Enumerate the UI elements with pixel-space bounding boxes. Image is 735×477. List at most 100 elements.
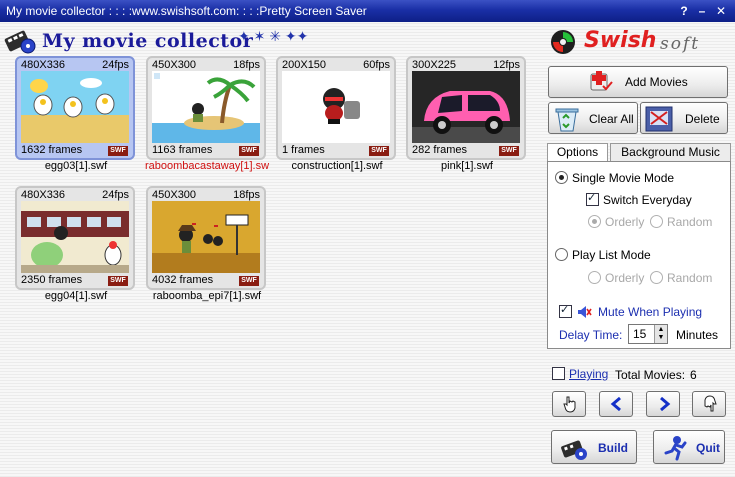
app-title: My movie collector [42, 30, 254, 52]
switch-everyday-checkbox[interactable] [586, 191, 599, 206]
orderly-label: Orderly [605, 215, 645, 229]
movie-filename: construction[1].swf [291, 160, 383, 172]
title-bar: My movie collector : : : :www.swishsoft.… [0, 0, 735, 22]
movie-dimensions: 450X300 [152, 189, 197, 201]
clear-all-button[interactable]: Clear All [548, 102, 638, 134]
tab-background-music[interactable]: Background Music [610, 143, 731, 161]
settings-tabs: Options Background Music [547, 143, 732, 162]
delay-time-value[interactable]: 15 [633, 327, 646, 341]
thumbnail-frame: 200X150 60fps 1 frames SWF [276, 56, 396, 160]
minimize-button[interactable]: – [694, 3, 710, 19]
random-option[interactable]: Random [650, 215, 712, 229]
movie-thumbnail[interactable]: 450X300 18fps 4032 frames SWF raboomba_e… [146, 186, 266, 302]
stepper-up-icon[interactable]: ▲ [656, 326, 666, 334]
swf-badge: SWF [499, 146, 519, 156]
movie-frame-count: 4032 frames [152, 274, 214, 286]
recycle-bin-icon [553, 106, 581, 135]
playlist-orderly-option[interactable]: Orderly [588, 271, 644, 285]
last-button[interactable] [692, 391, 726, 417]
play-list-mode-label: Play List Mode [572, 248, 651, 262]
brand-logo: Swish soft [548, 26, 730, 58]
stepper-down-icon[interactable]: ▼ [656, 334, 666, 342]
movie-preview-image [21, 71, 129, 143]
film-reel-icon [4, 24, 38, 59]
movie-preview-image [152, 71, 260, 143]
thumbnail-frame: 480X336 24fps 2350 frames SWF [15, 186, 135, 290]
playing-checkbox[interactable] [552, 367, 565, 380]
mute-checkbox[interactable] [559, 303, 572, 318]
movie-dimensions: 480X336 [21, 189, 66, 201]
play-list-mode-option[interactable]: Play List Mode [555, 248, 651, 262]
chevron-left-icon [610, 396, 624, 414]
build-button[interactable]: Build [551, 430, 637, 464]
tab-options[interactable]: Options [547, 143, 608, 162]
movie-frame-count: 1 frames [282, 144, 325, 156]
movie-filename: egg03[1].swf [44, 160, 108, 172]
movie-thumbnail[interactable]: 480X336 24fps 2350 frames SWF egg04[1].s… [15, 186, 135, 302]
movie-fps: 24fps [102, 189, 129, 201]
movie-filename: raboombacastaway[1].sw [144, 160, 270, 172]
random-radio[interactable] [650, 215, 663, 228]
movie-thumbnail[interactable]: 480X336 24fps 1632 frames SWF egg03[1].s… [15, 56, 135, 172]
playing-option[interactable]: Playing [552, 367, 608, 381]
swf-badge: SWF [239, 276, 259, 286]
main-window: My movie collector : : : :www.swishsoft.… [0, 0, 735, 477]
first-button[interactable] [552, 391, 586, 417]
app-header: My movie collector ✦ ✶ ✳ ✦✦ Swish soft [0, 22, 735, 60]
movie-frame-count: 1632 frames [21, 144, 83, 156]
orderly-option[interactable]: Orderly [588, 215, 644, 229]
orderly-radio[interactable] [588, 215, 601, 228]
thumbnail-frame: 450X300 18fps 1163 frames SWF [146, 56, 266, 160]
movie-thumbnail[interactable]: 200X150 60fps 1 frames SWF construction[… [276, 56, 396, 172]
movie-dimensions: 300X225 [412, 59, 457, 71]
options-panel: Single Movie Mode Switch Everyday Orderl… [547, 161, 731, 349]
close-button[interactable]: ✕ [713, 3, 729, 19]
movie-dimensions: 200X150 [282, 59, 327, 71]
hand-pointer-icon [561, 395, 579, 416]
brand-word-swish: Swish [584, 28, 657, 53]
chevron-right-icon [657, 396, 671, 414]
add-movies-label: Add Movies [625, 75, 688, 89]
movie-dimensions: 450X300 [152, 59, 197, 71]
movie-thumbnail[interactable]: 300X225 12fps 282 frames SWF pink[1].swf [406, 56, 526, 172]
quit-label: Quit [696, 441, 720, 455]
swf-badge: SWF [108, 146, 128, 156]
mute-option[interactable]: Mute When Playing [559, 303, 703, 323]
movie-filename: raboomba_epi7[1].swf [152, 290, 262, 302]
hand-pointer-icon [701, 395, 719, 416]
next-button[interactable] [646, 391, 680, 417]
playlist-random-option[interactable]: Random [650, 271, 712, 285]
movie-frame-count: 1163 frames [152, 144, 213, 156]
movie-fps: 60fps [363, 59, 390, 71]
mute-label: Mute When Playing [598, 305, 703, 319]
playlist-random-radio[interactable] [650, 271, 663, 284]
help-button[interactable]: ? [676, 3, 692, 19]
delete-button[interactable]: Delete [640, 102, 728, 134]
clear-all-label: Clear All [589, 112, 634, 126]
single-movie-mode-option[interactable]: Single Movie Mode [555, 171, 674, 185]
thumbnail-frame: 450X300 18fps 4032 frames SWF [146, 186, 266, 290]
delete-label: Delete [685, 112, 720, 126]
delay-time-label: Delay Time: [559, 328, 623, 342]
play-list-mode-radio[interactable] [555, 248, 568, 261]
random-label: Random [667, 215, 713, 229]
switch-everyday-option[interactable]: Switch Everyday [586, 191, 692, 207]
movie-thumbnail[interactable]: 450X300 18fps 1163 frames SWF raboombaca… [145, 56, 269, 172]
movie-fps: 12fps [493, 59, 520, 71]
movie-fps: 18fps [233, 189, 260, 201]
swf-badge: SWF [239, 146, 259, 156]
single-movie-mode-radio[interactable] [555, 171, 568, 184]
delay-time-stepper[interactable]: 15 ▲ ▼ [628, 324, 668, 344]
brand-word-soft: soft [660, 34, 701, 54]
playlist-orderly-label: Orderly [605, 271, 645, 285]
quit-button[interactable]: Quit [653, 430, 725, 464]
playlist-orderly-radio[interactable] [588, 271, 601, 284]
stepper-arrows: ▲ ▼ [654, 325, 667, 343]
add-film-icon [589, 70, 613, 97]
movie-filename: egg04[1].swf [44, 290, 108, 302]
previous-button[interactable] [599, 391, 633, 417]
add-movies-button[interactable]: Add Movies [548, 66, 728, 98]
minutes-label: Minutes [676, 328, 719, 342]
build-label: Build [598, 441, 628, 455]
movie-preview-image [412, 71, 520, 143]
